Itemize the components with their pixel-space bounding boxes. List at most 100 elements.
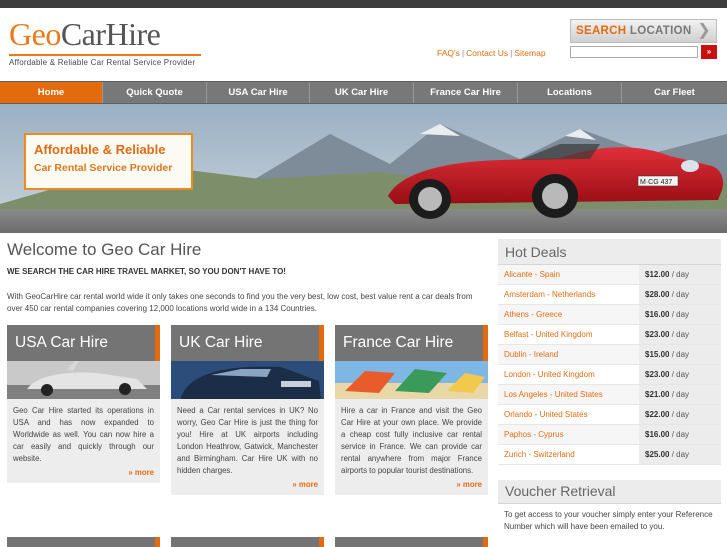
france-car-hire-card: France Car Hire Hire a car in France and… xyxy=(335,325,488,495)
hot-deal-location[interactable]: Dublin - Ireland xyxy=(498,345,639,364)
logo-underline xyxy=(9,54,201,56)
chevron-right-icon: ❯ xyxy=(697,22,711,39)
card-title[interactable]: France Car Hire xyxy=(335,325,488,361)
hot-deal-price: $16.00 / day xyxy=(639,305,721,324)
hot-deal-location[interactable]: London - United Kingdom xyxy=(498,365,639,384)
nav-car-fleet[interactable]: Car Fleet xyxy=(622,82,727,103)
hot-deal-price: $25.00 / day xyxy=(639,445,721,464)
banner-tagline-box: Affordable & Reliable Car Rental Service… xyxy=(24,133,193,190)
hot-deal-location[interactable]: Alicante - Spain xyxy=(498,265,639,284)
next-card-header xyxy=(7,537,160,547)
hot-deal-price-unit: / day xyxy=(671,450,690,459)
uk-car-image xyxy=(171,361,324,399)
nav-locations[interactable]: Locations xyxy=(518,82,622,103)
hot-deal-price: $28.00 / day xyxy=(639,285,721,304)
hot-deals-panel: Hot Deals Alicante - Spain $12.00 / day Am… xyxy=(498,239,721,465)
nav-usa-car-hire[interactable]: USA Car Hire xyxy=(207,82,310,103)
hot-deal-price-value: $23.00 xyxy=(645,330,670,339)
hot-deals-list: Alicante - Spain $12.00 / day Amsterdam - … xyxy=(498,265,721,465)
next-card-header xyxy=(171,537,324,547)
hot-deal-row[interactable]: London - United Kingdom $23.00 / day xyxy=(498,365,721,385)
hot-deal-row[interactable]: Alicante - Spain $12.00 / day xyxy=(498,265,721,285)
hot-deal-row[interactable]: Paphos - Cyprus $16.00 / day xyxy=(498,425,721,445)
hot-deal-row[interactable]: Los Angeles - United States $21.00 / day xyxy=(498,385,721,405)
hot-deal-price-value: $22.00 xyxy=(645,410,670,419)
hot-deal-location[interactable]: Athens - Greece xyxy=(498,305,639,324)
hot-deal-price-unit: / day xyxy=(671,290,690,299)
hot-deal-price-unit: / day xyxy=(671,390,690,399)
nav-france-car-hire[interactable]: France Car Hire xyxy=(414,82,518,103)
hot-deal-row[interactable]: Dublin - Ireland $15.00 / day xyxy=(498,345,721,365)
hot-deal-location[interactable]: Amsterdam - Netherlands xyxy=(498,285,639,304)
hot-deal-price: $23.00 / day xyxy=(639,365,721,384)
next-card-header xyxy=(335,537,488,547)
separator: | xyxy=(510,48,513,58)
nav-uk-car-hire[interactable]: UK Car Hire xyxy=(310,82,414,103)
voucher-text: To get access to your voucher simply ent… xyxy=(504,510,713,531)
hot-deal-price: $12.00 / day xyxy=(639,265,721,284)
nav-home[interactable]: Home xyxy=(0,82,103,103)
intro-text: With GeoCarHire car rental world wide it… xyxy=(7,292,473,313)
separator: | xyxy=(461,48,465,58)
card-text: Hire a car in France and visit the Geo C… xyxy=(341,406,482,475)
faq-link[interactable]: FAQ's xyxy=(437,48,460,58)
top-dark-bar xyxy=(0,0,727,8)
contact-us-link[interactable]: Contact Us xyxy=(466,48,508,58)
logo-geo: Geo xyxy=(9,16,61,52)
banner-line1: Affordable & Reliable xyxy=(34,142,166,157)
hot-deal-location[interactable]: Orlando - United States xyxy=(498,405,639,424)
card-text: Geo Car Hire started its operations in U… xyxy=(13,406,154,463)
card-body: Geo Car Hire started its operations in U… xyxy=(7,399,160,483)
logo-tagline: Affordable & Reliable Car Rental Service… xyxy=(9,58,196,67)
hot-deal-location[interactable]: Zurich - Switzerland xyxy=(498,445,639,464)
hero-banner: M·CG 437 Affordable & Reliable Car Renta… xyxy=(0,104,727,233)
card-title[interactable]: USA Car Hire xyxy=(7,325,160,361)
hot-deal-price-unit: / day xyxy=(671,430,690,439)
search-location-label: SEARCH LOCATION xyxy=(576,25,691,37)
card-body: Need a Car rental services in UK? No wor… xyxy=(171,399,324,495)
hot-deals-title: Hot Deals xyxy=(498,239,721,265)
hot-deal-row[interactable]: Orlando - United States $22.00 / day xyxy=(498,405,721,425)
search-go-button[interactable]: » xyxy=(701,45,717,59)
hot-deal-price-value: $23.00 xyxy=(645,370,670,379)
more-link[interactable]: » more xyxy=(341,477,482,491)
license-plate: M·CG 437 xyxy=(640,179,672,186)
search-label-part1: SEARCH xyxy=(576,25,627,37)
hot-deal-price-value: $21.00 xyxy=(645,390,670,399)
hot-deal-price-value: $25.00 xyxy=(645,450,670,459)
voucher-panel: Voucher Retrieval To get access to your … xyxy=(498,480,721,538)
hot-deal-location[interactable]: Belfast - United Kingdom xyxy=(498,325,639,344)
more-link[interactable]: » more xyxy=(177,477,318,491)
hot-deal-price-value: $16.00 xyxy=(645,430,670,439)
hot-deal-price-unit: / day xyxy=(671,330,690,339)
logo-carhire: CarHire xyxy=(60,16,161,52)
hot-deal-location[interactable]: Los Angeles - United States xyxy=(498,385,639,404)
nav-quick-quote[interactable]: Quick Quote xyxy=(103,82,207,103)
search-location-button[interactable]: SEARCH LOCATION ❯ xyxy=(570,19,717,43)
hot-deal-price-unit: / day xyxy=(671,310,690,319)
sitemap-link[interactable]: Sitemap xyxy=(514,48,545,58)
hot-deal-row[interactable]: Belfast - United Kingdom $23.00 / day xyxy=(498,325,721,345)
utility-links: FAQ's | Contact Us | Sitemap xyxy=(437,48,546,58)
hot-deal-price-unit: / day xyxy=(671,350,690,359)
hot-deal-price: $23.00 / day xyxy=(639,325,721,344)
site-logo[interactable]: GeoCarHire Affordable & Reliable Car Ren… xyxy=(9,17,201,67)
card-title[interactable]: UK Car Hire xyxy=(171,325,324,361)
hot-deal-price: $16.00 / day xyxy=(639,425,721,444)
more-link[interactable]: » more xyxy=(13,465,154,479)
hot-deal-row[interactable]: Athens - Greece $16.00 / day xyxy=(498,305,721,325)
hot-deal-price-value: $15.00 xyxy=(645,350,670,359)
hot-deal-price-unit: / day xyxy=(671,410,690,419)
hot-deal-price-unit: / day xyxy=(671,370,690,379)
hot-deal-price: $21.00 / day xyxy=(639,385,721,404)
hot-deal-row[interactable]: Zurich - Switzerland $25.00 / day xyxy=(498,445,721,465)
search-label-part2: LOCATION xyxy=(629,25,692,37)
hot-deal-row[interactable]: Amsterdam - Netherlands $28.00 / day xyxy=(498,285,721,305)
france-beach-image xyxy=(335,361,488,399)
search-input[interactable] xyxy=(570,46,698,58)
main-nav: Home Quick Quote USA Car Hire UK Car Hir… xyxy=(0,81,727,104)
card-body: Hire a car in France and visit the Geo C… xyxy=(335,399,488,495)
hot-deal-location[interactable]: Paphos - Cyprus xyxy=(498,425,639,444)
usa-car-image xyxy=(7,361,160,399)
banner-line2: Car Rental Service Provider xyxy=(34,162,173,174)
